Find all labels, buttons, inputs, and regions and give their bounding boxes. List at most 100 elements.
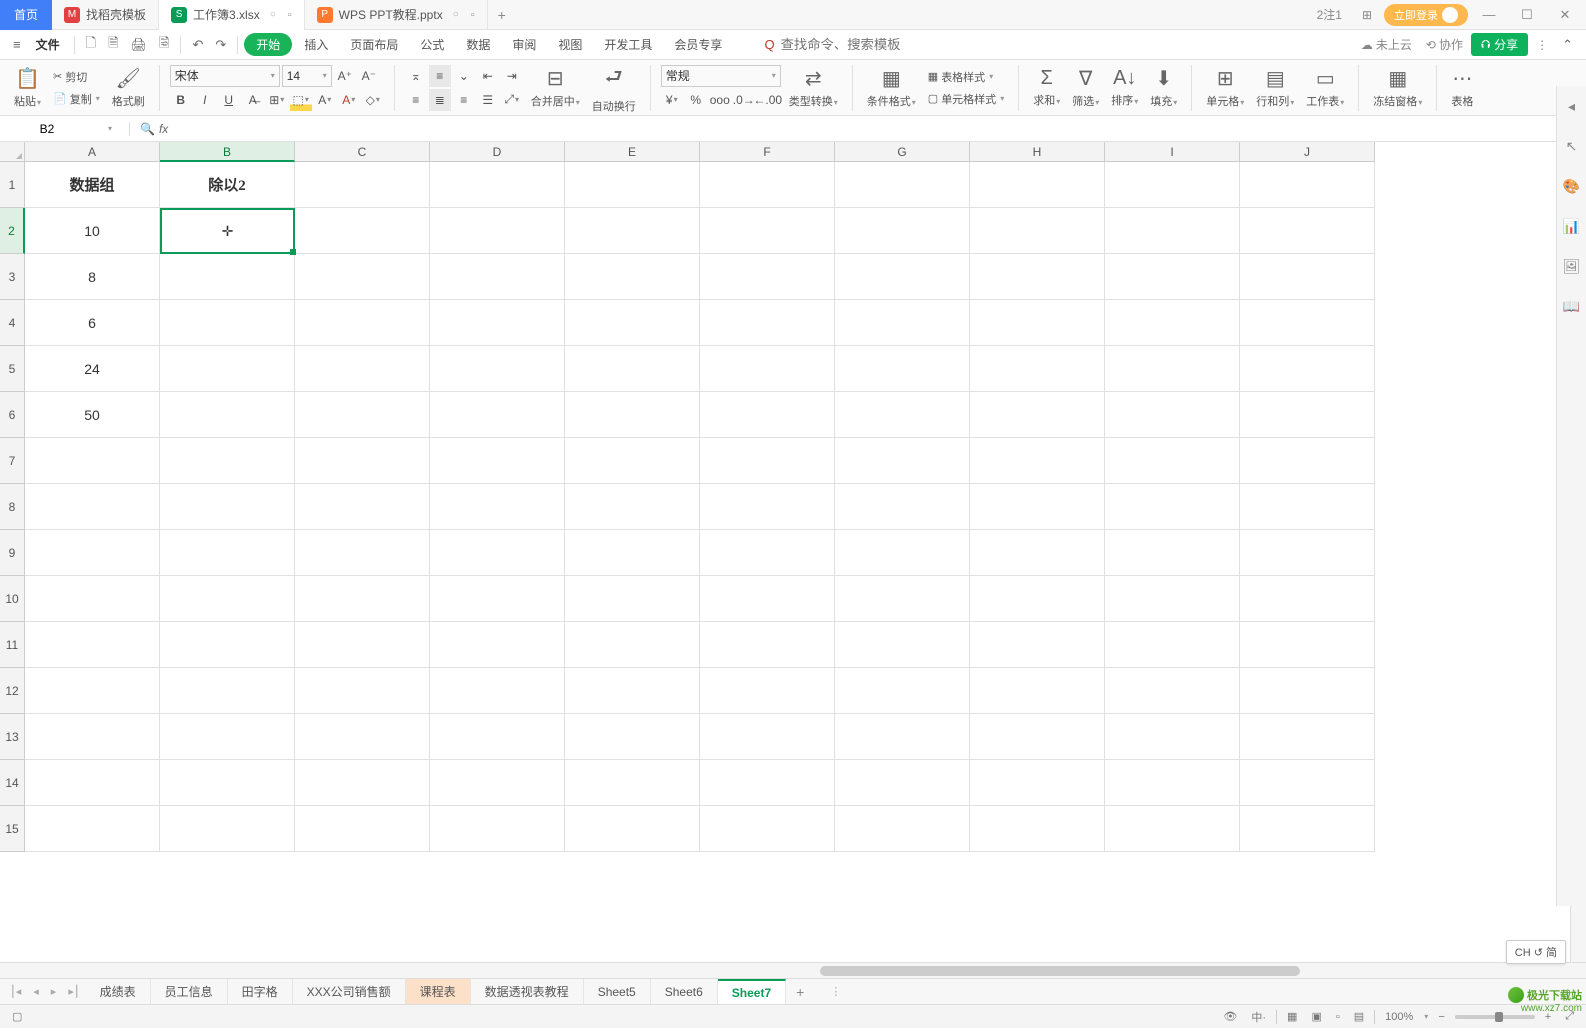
cell[interactable] (565, 806, 700, 852)
cell[interactable] (970, 806, 1105, 852)
table-more-button[interactable]: ⋯表格 (1445, 64, 1479, 111)
cell[interactable]: 8 (25, 254, 160, 300)
cell[interactable] (1240, 668, 1375, 714)
cell[interactable] (700, 162, 835, 208)
menu-tab-devtools[interactable]: 开发工具 (594, 32, 662, 57)
column-header[interactable]: C (295, 142, 430, 162)
add-tab-button[interactable]: + (488, 7, 516, 23)
cell[interactable] (700, 208, 835, 254)
doc-tab-template[interactable]: M 找稻壳模板 (52, 0, 159, 30)
cell[interactable] (160, 622, 295, 668)
number-format-select[interactable]: 常规▾ (661, 65, 781, 87)
column-header[interactable]: E (565, 142, 700, 162)
cell[interactable] (565, 162, 700, 208)
column-header[interactable]: B (160, 142, 295, 162)
align-left-icon[interactable]: ≡ (405, 89, 427, 111)
collapse-ribbon-icon[interactable]: ⌃ (1557, 33, 1578, 57)
collab-button[interactable]: ⟲ 协作 (1420, 34, 1469, 55)
cell[interactable] (700, 300, 835, 346)
cell[interactable] (295, 714, 430, 760)
print-icon[interactable]: 🖨 (126, 33, 153, 57)
search-fx-icon[interactable]: 🔍 (140, 122, 155, 136)
cell[interactable] (160, 346, 295, 392)
cell[interactable] (970, 254, 1105, 300)
redo-icon[interactable]: ↷ (210, 33, 231, 57)
cell[interactable] (1105, 668, 1240, 714)
cell[interactable] (1240, 392, 1375, 438)
cell[interactable] (835, 806, 970, 852)
cell[interactable] (295, 576, 430, 622)
menu-icon[interactable]: ≡ (8, 33, 26, 56)
sheet-nav-first-icon[interactable]: ⎮◂ (4, 985, 27, 998)
cell[interactable] (565, 392, 700, 438)
format-painter-button[interactable]: 🖌格式刷 (106, 64, 151, 111)
panel-media-icon[interactable]: 🖼 (1562, 256, 1582, 276)
cell[interactable] (1240, 162, 1375, 208)
cell[interactable] (700, 806, 835, 852)
cell[interactable] (160, 576, 295, 622)
cell[interactable] (160, 760, 295, 806)
cell[interactable] (700, 576, 835, 622)
cell[interactable] (1105, 346, 1240, 392)
maximize-button[interactable]: ☐ (1510, 7, 1544, 23)
cell[interactable] (835, 162, 970, 208)
cell[interactable] (160, 300, 295, 346)
badge-21-icon[interactable]: 2注1 (1309, 2, 1350, 27)
column-header[interactable]: H (970, 142, 1105, 162)
cell[interactable] (700, 622, 835, 668)
cell-style-button[interactable]: ▢ 单元格样式▾ (924, 89, 1008, 109)
cell[interactable] (1240, 438, 1375, 484)
horizontal-scroll-area[interactable] (0, 962, 1586, 978)
filter-button[interactable]: ∇筛选▾ (1066, 64, 1105, 111)
cell[interactable]: 24 (25, 346, 160, 392)
cell[interactable] (700, 392, 835, 438)
cell[interactable] (430, 668, 565, 714)
sum-button[interactable]: Σ求和▾ (1027, 65, 1066, 110)
cell[interactable]: 6 (25, 300, 160, 346)
cell[interactable] (430, 346, 565, 392)
cell[interactable] (295, 760, 430, 806)
cell[interactable] (565, 254, 700, 300)
table-style-button[interactable]: ▦ 表格样式▾ (924, 67, 1008, 87)
sheet-tab[interactable]: Sheet5 (584, 979, 651, 1004)
apps-grid-icon[interactable]: ⊞ (1354, 4, 1380, 26)
row-header[interactable]: 8 (0, 484, 25, 530)
cell[interactable] (25, 484, 160, 530)
cell[interactable] (970, 208, 1105, 254)
cell[interactable] (1240, 346, 1375, 392)
panel-select-icon[interactable]: ↖ (1562, 136, 1582, 156)
cell[interactable] (295, 162, 430, 208)
cut-button[interactable]: ✂ 剪切 (49, 67, 104, 87)
fill-button[interactable]: ⬇填充▾ (1144, 64, 1183, 111)
cell[interactable] (700, 254, 835, 300)
comma-icon[interactable]: ooo (709, 89, 731, 111)
cell[interactable] (295, 254, 430, 300)
spreadsheet-grid[interactable]: ABCDEFGHIJ 123456789101112131415 数据组除以21… (0, 142, 1586, 962)
cell[interactable] (430, 438, 565, 484)
cell[interactable] (430, 162, 565, 208)
copy-button[interactable]: 📄 复制▾ (49, 89, 104, 109)
font-size-select[interactable]: 14▾ (282, 65, 332, 87)
cell[interactable] (430, 254, 565, 300)
cell[interactable] (295, 300, 430, 346)
underline-button[interactable]: U (218, 89, 240, 111)
cell[interactable] (970, 668, 1105, 714)
row-header[interactable]: 12 (0, 668, 25, 714)
cell[interactable] (160, 254, 295, 300)
decrease-decimal-icon[interactable]: ←.00 (757, 89, 779, 111)
tab-close-icon[interactable]: ▫ (288, 9, 292, 21)
cell[interactable] (160, 668, 295, 714)
paste-button[interactable]: 📋粘贴▾ (8, 64, 47, 111)
row-header[interactable]: 13 (0, 714, 25, 760)
cell[interactable] (1105, 254, 1240, 300)
cell[interactable] (565, 484, 700, 530)
cell[interactable] (295, 208, 430, 254)
doc-tab-workbook[interactable]: S 工作簿3.xlsx ○ ▫ (159, 0, 305, 30)
cell[interactable] (160, 714, 295, 760)
minimize-button[interactable]: — (1472, 7, 1506, 22)
sheet-nav-next-icon[interactable]: ▸ (45, 985, 63, 998)
cell[interactable] (430, 806, 565, 852)
cell[interactable] (970, 392, 1105, 438)
row-header[interactable]: 6 (0, 392, 25, 438)
sheet-tab[interactable]: Sheet6 (651, 979, 718, 1004)
